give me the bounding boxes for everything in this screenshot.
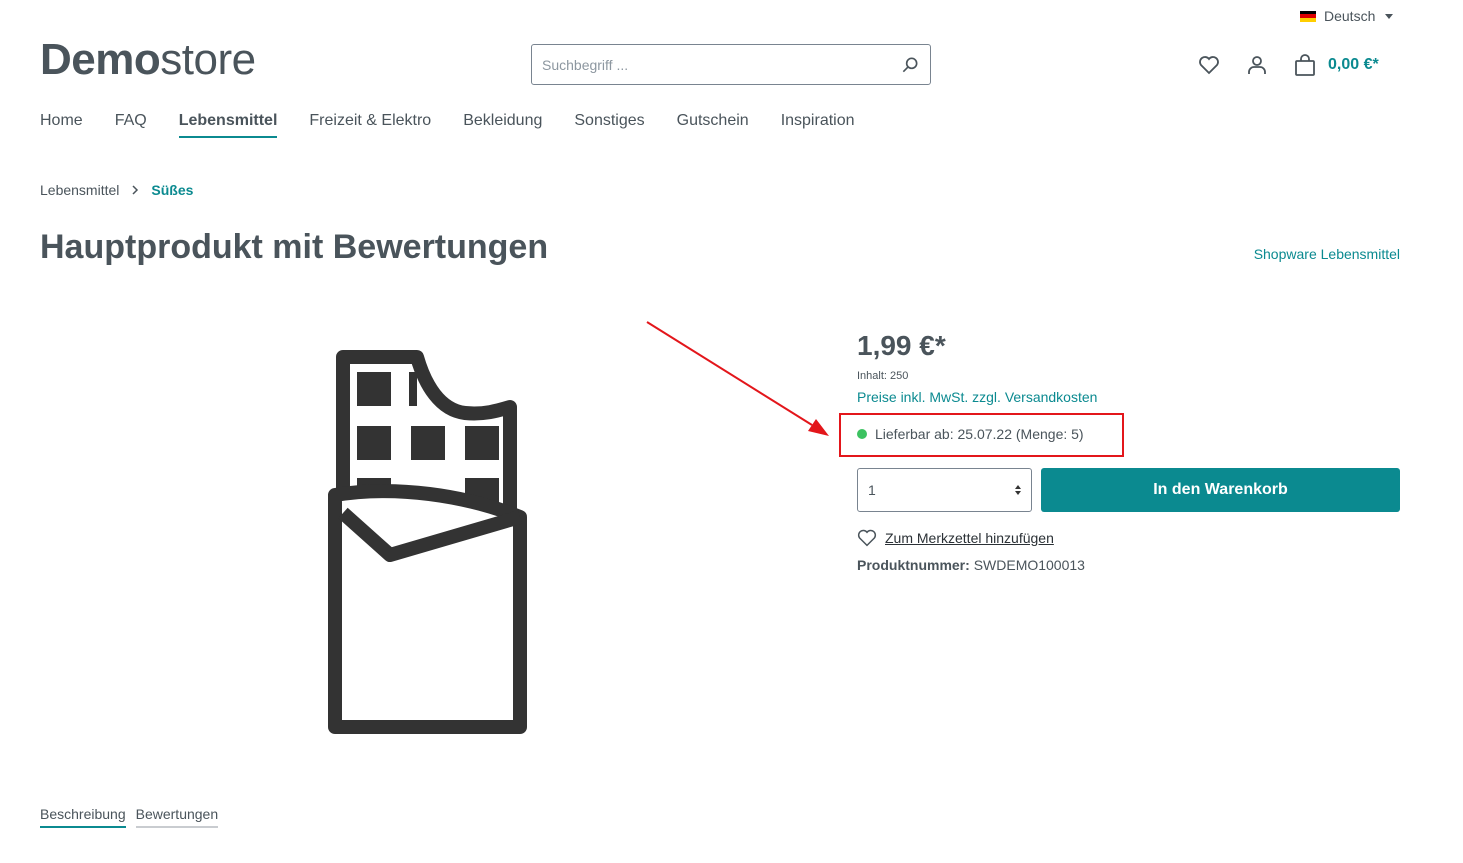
- logo-light: store: [160, 35, 256, 84]
- cart-icon[interactable]: [1292, 52, 1318, 78]
- chocolate-bar-image: [328, 350, 527, 734]
- cart-total[interactable]: 0,00 €*: [1328, 56, 1379, 74]
- add-to-cart-button[interactable]: In den Warenkorb: [1041, 468, 1400, 512]
- nav-item-sonstiges[interactable]: Sonstiges: [574, 112, 644, 138]
- product-title: Hauptprodukt mit Bewertungen: [40, 228, 549, 266]
- tab-beschreibung[interactable]: Beschreibung: [40, 806, 126, 828]
- search-icon[interactable]: [900, 55, 920, 75]
- wishlist-label: Zum Merkzettel hinzufügen: [885, 530, 1054, 546]
- german-flag-icon: [1300, 10, 1316, 22]
- chevron-down-icon: [1385, 13, 1394, 19]
- product-price: 1,99 €*: [857, 330, 946, 361]
- tax-info-link[interactable]: Preise inkl. MwSt. zzgl. Versandkosten: [857, 389, 1097, 405]
- content-info: Inhalt: 250: [857, 370, 909, 382]
- annotation-highlight-box: [839, 413, 1124, 457]
- nav-item-inspiration[interactable]: Inspiration: [781, 112, 855, 138]
- wishlist-icon[interactable]: [1196, 52, 1222, 78]
- product-number-label: Produktnummer:: [857, 557, 970, 573]
- breadcrumb-current[interactable]: Süßes: [151, 182, 193, 198]
- account-icon[interactable]: [1244, 52, 1270, 78]
- search-bar: [531, 44, 931, 85]
- breadcrumb: Lebensmittel Süßes: [40, 182, 193, 198]
- language-label: Deutsch: [1324, 8, 1376, 24]
- logo-bold: Demo: [40, 35, 161, 84]
- tab-bewertungen[interactable]: Bewertungen: [135, 806, 219, 828]
- language-switcher[interactable]: Deutsch: [1300, 8, 1394, 24]
- quantity-select[interactable]: 1: [857, 468, 1032, 512]
- chevron-right-icon: [132, 185, 139, 195]
- nav-item-gutschein[interactable]: Gutschein: [677, 112, 749, 138]
- search-input[interactable]: [542, 56, 900, 73]
- nav-item-lebensmittel[interactable]: Lebensmittel: [178, 112, 278, 138]
- quantity-value: 1: [868, 482, 876, 498]
- product-number-value: SWDEMO100013: [973, 557, 1085, 573]
- nav-item-freizeit-elektro[interactable]: Freizeit & Elektro: [309, 112, 431, 138]
- add-to-wishlist[interactable]: Zum Merkzettel hinzufügen: [857, 529, 1054, 547]
- heart-icon: [857, 529, 877, 547]
- product-number: Produktnummer: SWDEMO100013: [857, 557, 1085, 573]
- product-tabs: Beschreibung Bewertungen: [40, 806, 219, 828]
- manufacturer-link[interactable]: Shopware Lebensmittel: [1254, 246, 1400, 262]
- select-arrows-icon: [1015, 485, 1021, 495]
- store-logo[interactable]: Demostore: [40, 38, 256, 82]
- breadcrumb-parent[interactable]: Lebensmittel: [40, 182, 119, 198]
- header-actions: 0,00 €*: [1196, 52, 1379, 78]
- nav-item-home[interactable]: Home: [40, 112, 83, 138]
- nav-item-faq[interactable]: FAQ: [115, 112, 147, 138]
- nav-item-bekleidung[interactable]: Bekleidung: [463, 112, 542, 138]
- main-navigation: Home FAQ Lebensmittel Freizeit & Elektro…: [40, 112, 887, 138]
